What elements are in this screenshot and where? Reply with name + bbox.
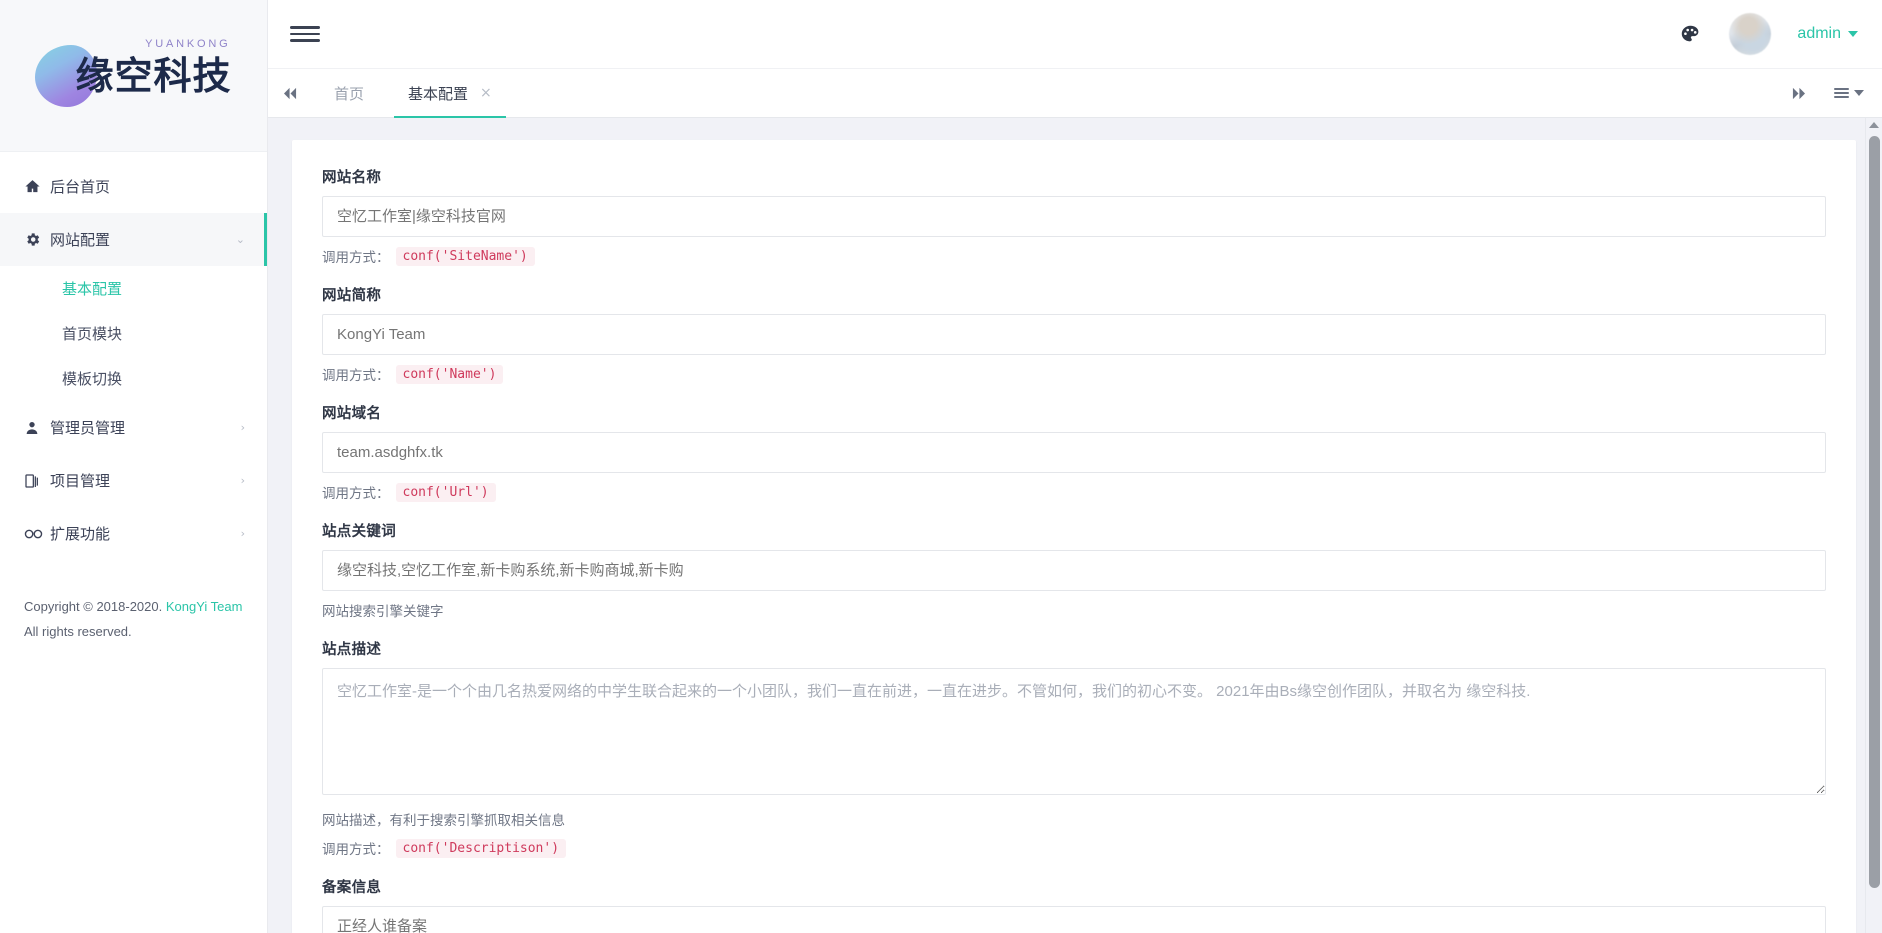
sidebar-item-label: 管理员管理 xyxy=(50,420,126,437)
infinity-icon xyxy=(24,527,50,541)
sidebar-item-label: 扩展功能 xyxy=(50,526,111,543)
tab-label: 基本配置 xyxy=(408,85,469,103)
field-help: 网站搜索引擎关键字 xyxy=(322,604,444,619)
logo-title: 缘空科技 xyxy=(75,53,232,98)
sidebar-item-label: 网站配置 xyxy=(50,232,111,249)
form-group-site-keywords: 站点关键词 网站搜索引擎关键字 xyxy=(322,520,1826,620)
sidebar-item-site-config[interactable]: 网站配置 ⌄ xyxy=(0,213,267,266)
help-prefix: 调用方式： xyxy=(322,250,390,265)
book-icon xyxy=(24,473,50,489)
chevron-right-icon: › xyxy=(240,527,245,540)
field-label: 网站域名 xyxy=(322,406,382,422)
sidebar-item-project-management[interactable]: 项目管理 › xyxy=(0,454,267,507)
brand-logo[interactable]: YUANKONG 缘空科技 xyxy=(0,0,267,152)
topbar: admin xyxy=(268,0,1882,68)
tab-bar: 首页 基本配置 × xyxy=(268,68,1882,118)
copyright-suffix: All rights reserved. xyxy=(24,624,132,639)
help-prefix: 调用方式： xyxy=(322,842,390,857)
copyright-prefix: Copyright © 2018-2020. xyxy=(24,599,166,614)
chevron-right-icon: › xyxy=(240,421,245,434)
logo-subtitle: YUANKONG xyxy=(145,37,231,50)
scrollbar-thumb[interactable] xyxy=(1869,136,1880,888)
sidebar-copyright: Copyright © 2018-2020. KongYi Team All r… xyxy=(0,594,267,644)
icp-info-input[interactable] xyxy=(322,906,1826,933)
help-prefix: 调用方式： xyxy=(322,486,390,501)
tab-close-icon[interactable]: × xyxy=(480,86,492,100)
app-root: YUANKONG 缘空科技 后台首页 网站配置 ⌄ 基本配置 首页模块 模板切换… xyxy=(0,0,1882,933)
form-group-site-name: 网站名称 调用方式： conf('SiteName') xyxy=(322,166,1826,266)
field-help: 调用方式： conf('Name') xyxy=(322,364,1826,384)
tabs-scroll-left-button[interactable] xyxy=(268,69,312,117)
field-label: 网站简称 xyxy=(322,288,382,304)
site-short-name-input[interactable] xyxy=(322,314,1826,355)
content-scrollbar[interactable] xyxy=(1865,118,1882,933)
sidebar-item-dashboard[interactable]: 后台首页 xyxy=(0,160,267,213)
scroll-up-arrow-icon[interactable] xyxy=(1869,122,1879,128)
chevron-down-icon: ⌄ xyxy=(235,233,245,246)
field-label: 站点描述 xyxy=(322,642,382,658)
copyright-link[interactable]: KongYi Team xyxy=(166,599,243,614)
call-code: conf('Url') xyxy=(395,482,496,502)
tabs-scroll-right-button[interactable] xyxy=(1791,87,1806,100)
chevron-right-icon: › xyxy=(240,474,245,487)
field-help-code: 调用方式： conf('Descriptison') xyxy=(322,838,1826,858)
sidebar-item-extensions[interactable]: 扩展功能 › xyxy=(0,507,267,560)
sidebar-subitem-home-module[interactable]: 首页模块 xyxy=(0,311,267,356)
help-prefix: 调用方式： xyxy=(322,368,390,383)
field-help: 调用方式： conf('SiteName') xyxy=(322,246,1826,266)
sidebar-toggle-button[interactable] xyxy=(290,18,320,50)
home-icon xyxy=(24,178,50,195)
main-region: admin 首页 基本配置 × 网站名称 空忆工作室|缘空科技官网 调用方式： … xyxy=(268,0,1882,933)
sidebar-item-admin-management[interactable]: 管理员管理 › xyxy=(0,401,267,454)
list-icon xyxy=(1834,85,1849,101)
sidebar-subitem-basic-config[interactable]: 基本配置 xyxy=(0,266,267,311)
chevron-down-icon xyxy=(1848,31,1858,37)
tab-bar-actions xyxy=(1771,69,1864,117)
tabs-options-button[interactable] xyxy=(1834,85,1864,101)
field-help: 网站描述，有利于搜索引擎抓取相关信息 xyxy=(322,813,565,828)
call-code: conf('SiteName') xyxy=(395,246,535,266)
form-group-site-short-name: 网站简称 调用方式： conf('Name') xyxy=(322,284,1826,384)
tab-label: 首页 xyxy=(334,85,365,103)
user-menu-button[interactable]: admin xyxy=(1797,25,1858,43)
gear-icon xyxy=(24,231,50,248)
site-description-textarea[interactable] xyxy=(322,668,1826,795)
sidebar-item-label: 项目管理 xyxy=(50,473,111,490)
sidebar: YUANKONG 缘空科技 后台首页 网站配置 ⌄ 基本配置 首页模块 模板切换… xyxy=(0,0,268,933)
site-name-input[interactable] xyxy=(322,196,1826,237)
username-label: admin xyxy=(1797,25,1841,42)
tab-basic-config[interactable]: 基本配置 × xyxy=(386,69,514,118)
site-domain-input[interactable] xyxy=(322,432,1826,473)
tabs-list: 首页 基本配置 × xyxy=(312,69,1771,118)
sidebar-item-label: 后台首页 xyxy=(50,179,111,196)
call-code: conf('Descriptison') xyxy=(395,838,567,858)
field-label: 网站名称 xyxy=(322,170,382,186)
form-group-site-description: 站点描述 网站描述，有利于搜索引擎抓取相关信息 调用方式： conf('Desc… xyxy=(322,638,1826,858)
tab-home[interactable]: 首页 xyxy=(312,69,386,117)
topbar-actions: admin xyxy=(1677,13,1858,55)
avatar[interactable] xyxy=(1729,13,1772,55)
palette-icon[interactable] xyxy=(1677,21,1703,47)
form-group-icp-info: 备案信息 xyxy=(322,876,1826,933)
call-code: conf('Name') xyxy=(395,364,504,384)
content-area: 网站名称 调用方式： conf('SiteName') 网站简称 调用方式： c… xyxy=(268,118,1882,933)
sidebar-subitem-template-switch[interactable]: 模板切换 xyxy=(0,356,267,401)
form-group-site-domain: 网站域名 调用方式： conf('Url') xyxy=(322,402,1826,502)
sidebar-nav: 后台首页 网站配置 ⌄ 基本配置 首页模块 模板切换 管理员管理 › 项目管理 … xyxy=(0,152,267,560)
field-label: 备案信息 xyxy=(322,880,382,896)
field-label: 站点关键词 xyxy=(322,524,396,540)
sidebar-submenu-site-config: 基本配置 首页模块 模板切换 xyxy=(0,266,267,401)
basic-config-form-card: 网站名称 调用方式： conf('SiteName') 网站简称 调用方式： c… xyxy=(292,140,1856,933)
field-help: 调用方式： conf('Url') xyxy=(322,482,1826,502)
site-keywords-input[interactable] xyxy=(322,550,1826,591)
user-icon xyxy=(24,420,50,436)
chevron-down-icon xyxy=(1854,89,1864,96)
